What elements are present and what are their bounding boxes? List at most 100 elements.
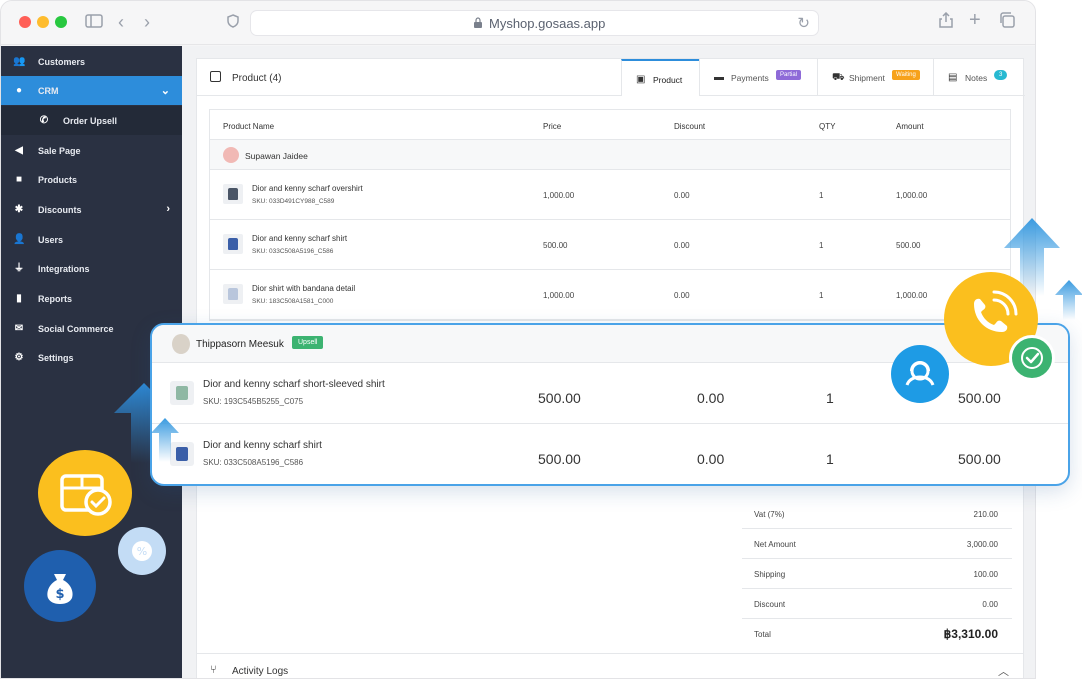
close-window-button[interactable] [19,16,31,28]
up-arrow-icon [1055,280,1082,320]
tab-label: Notes [965,73,988,83]
amount-cell: 1,000.00 [896,291,928,300]
maximize-window-button[interactable] [55,16,67,28]
sidebar-item-sale-page[interactable]: ◀ Sale Page [1,136,182,165]
sidebar-item-users[interactable]: 👤 Users [1,225,182,254]
sidebar-item-label: Users [38,235,64,245]
price-cell: 1,000.00 [543,191,575,200]
lock-icon [474,17,482,28]
sidebar-item-label: Sale Page [38,146,81,156]
col-discount: Discount [674,122,706,131]
tab-payments[interactable]: ▬ Payments Partial [699,59,817,96]
back-icon[interactable]: ‹ [118,12,124,32]
sidebar-item-integrations[interactable]: ⏚ Integrations [1,254,182,283]
box-icon: ■ [15,174,23,185]
truck-icon: ⛟ [832,72,845,83]
total-value: ฿3,310.00 [943,627,998,641]
check-icon [1009,335,1055,381]
product-name: Dior and kenny scharf overshirt [252,184,363,193]
discount-badge-icon: % [118,527,166,575]
summary-row-shipping: Shipping 100.00 [742,559,1012,589]
sidebar-item-label: CRM [38,86,59,96]
summary-row-net-amount: Net Amount 3,000.00 [742,529,1012,559]
shield-icon[interactable] [227,12,239,32]
chevron-right-icon: › [166,203,170,215]
package-icon: ▣ [636,74,646,85]
tabs-overview-icon[interactable] [999,12,1015,32]
address-bar[interactable]: Myshop.gosaas.app ↻ [250,10,819,36]
support-agent-icon [891,345,949,403]
product-name: Dior and kenny scharf short-sleeved shir… [203,379,385,390]
chevron-up-icon[interactable]: ︿ [998,663,1009,678]
qty-cell: 1 [826,390,834,406]
tab-notes[interactable]: ▤ Notes 3 [933,59,1025,96]
tab-label: Payments [731,73,769,83]
qty-cell: 1 [826,451,834,467]
branch-icon: ⑂ [210,664,217,676]
minimize-window-button[interactable] [37,16,49,28]
share-icon[interactable] [939,11,953,32]
new-tab-icon[interactable]: + [969,10,981,30]
table-row[interactable]: Dior and kenny scharf overshirt SKU: 033… [210,170,1010,220]
activity-logs-panel[interactable]: ⑂ Activity Logs ︿ [196,653,1024,678]
qty-cell: 1 [819,241,824,250]
sidebar-item-products[interactable]: ■ Products [1,165,182,194]
sidebar-item-discounts[interactable]: ✱ Discounts › [1,195,182,224]
table-row[interactable]: Dior shirt with bandana detail SKU: 183C… [210,270,1010,320]
summary-row-total: Total ฿3,310.00 [742,619,1012,649]
upsell-badge: Upsell [292,336,324,349]
svg-text:%: % [137,545,147,558]
product-thumbnail [223,234,243,254]
sidebar-item-label: Integrations [38,264,90,274]
svg-text:$: $ [55,587,64,602]
upsell-customer-name: Thippasorn Meesuk [196,339,284,350]
product-name: Dior and kenny scharf shirt [203,440,322,451]
package-icon [210,71,221,82]
sidebar-toggle-icon[interactable] [85,12,103,32]
url-text: Myshop.gosaas.app [489,16,606,31]
activity-logs-label: Activity Logs [232,666,289,677]
sidebar-item-order-upsell[interactable]: ✆ Order Upsell [1,106,182,135]
discount-cell: 0.00 [697,451,725,467]
product-sku: SKU: 033C508A5196_C586 [252,248,334,255]
chat-icon: ✉ [14,323,24,334]
amount-cell: 500.00 [896,241,921,250]
summary-label: Shipping [754,570,786,579]
count-badge: 3 [994,70,1008,80]
customer-group-row: Supawan Jaidee [210,140,1010,170]
tab-shipment[interactable]: ⛟ Shipment Waiting [817,59,933,96]
discount-icon: ✱ [14,204,24,215]
product-thumbnail [223,284,243,304]
summary-value: 100.00 [973,570,998,579]
card-header: Product (4) ▣ Product ▬ Payments Partial… [197,59,1025,96]
sidebar-item-customers[interactable]: 👥 Customers [1,47,182,76]
sidebar-item-reports[interactable]: ▮ Reports [1,284,182,313]
reload-icon[interactable]: ↻ [797,14,810,32]
table-row[interactable]: Dior and kenny scharf shirt SKU: 033C508… [210,220,1010,270]
product-thumbnail [223,184,243,204]
discount-cell: 0.00 [674,291,690,300]
sidebar-item-crm[interactable]: ● CRM ⌄ [1,76,182,105]
tab-product[interactable]: ▣ Product [621,59,699,96]
summary-row-vat: Vat (7%) 210.00 [742,499,1012,529]
col-amount: Amount [896,122,924,131]
product-name: Dior shirt with bandana detail [252,284,356,293]
table-row[interactable]: Dior and kenny scharf shirt SKU: 033C508… [152,424,1068,484]
price-cell: 500.00 [538,390,581,406]
avatar [223,147,239,163]
summary-label: Discount [754,600,786,609]
sidebar-item-label: Products [38,175,78,185]
user-icon: 👤 [13,234,26,245]
price-cell: 500.00 [543,241,568,250]
gear-icon: ⚙ [14,352,24,363]
forward-icon[interactable]: › [144,12,150,32]
summary-label: Vat (7%) [754,510,785,519]
summary-value: 210.00 [973,510,998,519]
table-header: Product Name Price Discount QTY Amount [210,110,1010,140]
tab-label: Shipment [849,73,885,83]
product-name: Dior and kenny scharf shirt [252,234,348,243]
chart-icon: ▮ [16,293,22,304]
card-title: Product (4) [232,73,282,84]
note-icon: ▤ [948,72,958,83]
price-cell: 500.00 [538,451,581,467]
